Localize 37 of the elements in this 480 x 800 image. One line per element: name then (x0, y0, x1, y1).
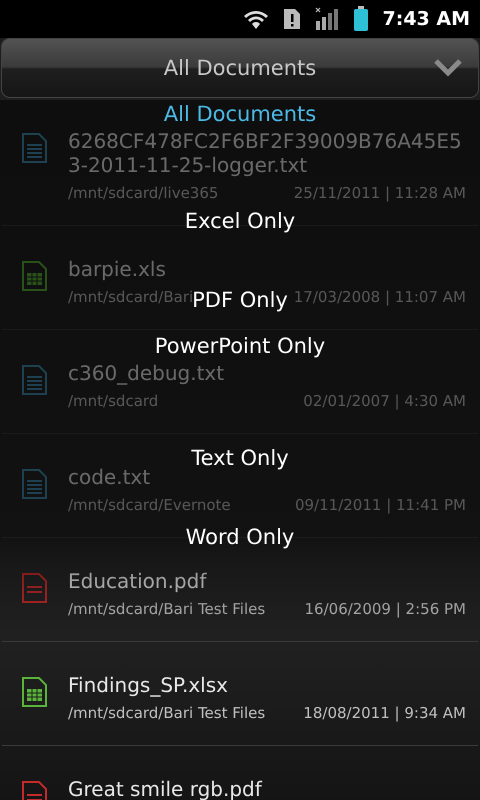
file-date: 17/03/2008 | 11:07 AM (294, 287, 466, 307)
file-date: 16/06/2009 | 2:56 PM (304, 599, 466, 619)
document-filter-dropdown[interactable]: All Documents (1, 38, 479, 98)
spreadsheet-icon (20, 261, 50, 291)
status-time: 7:43 AM (382, 8, 470, 30)
file-path: /mnt/sdcard/live365 (68, 183, 218, 203)
file-name: Findings_SP.xlsx (68, 673, 228, 697)
filter-option[interactable]: All Documents (162, 100, 318, 128)
dropdown-title: All Documents (164, 56, 316, 80)
signal-icon (314, 7, 338, 31)
document-icon (20, 133, 50, 163)
filter-option[interactable]: Text Only (189, 444, 291, 472)
filter-option[interactable]: PowerPoint Only (152, 332, 328, 360)
file-path: /mnt/sdcard/Bari Test Files (68, 599, 266, 619)
wifi-icon (242, 8, 268, 30)
file-date: 18/08/2011 | 9:34 AM (303, 703, 466, 723)
file-row[interactable]: Great smile rgb.pdf (2, 746, 478, 800)
file-date: 09/11/2011 | 11:41 PM (294, 495, 466, 515)
document-icon (20, 365, 50, 395)
file-name: code.txt (68, 465, 150, 489)
file-name: c360_debug.txt (68, 361, 224, 385)
chevron-down-icon (434, 59, 462, 77)
file-path: /mnt/sdcard (68, 391, 158, 411)
file-date: 02/01/2007 | 4:30 AM (303, 391, 466, 411)
document-icon (20, 469, 50, 499)
file-name: 6268CF478FC2F6BF2F39009B76A45E53-2011-11-25-logger.txt (68, 129, 463, 177)
spreadsheet-icon (20, 677, 50, 707)
pdf-file-icon (20, 573, 50, 603)
file-row[interactable]: Findings_SP.xlsx /mnt/sdcard/Bari Test Files 18/08/2011 | 9:34 AM (2, 642, 478, 746)
file-name: Education.pdf (68, 569, 206, 593)
file-name: barpie.xls (68, 257, 166, 281)
file-date: 25/11/2011 | 11:28 AM (294, 183, 466, 203)
sim-alert-icon (282, 8, 300, 30)
battery-icon (352, 6, 368, 32)
file-name: Great smile rgb.pdf (68, 777, 262, 800)
file-path: /mnt/sdcard/Evernote (68, 495, 231, 515)
file-path: /mnt/sdcard/Bari Test Files (68, 703, 266, 723)
